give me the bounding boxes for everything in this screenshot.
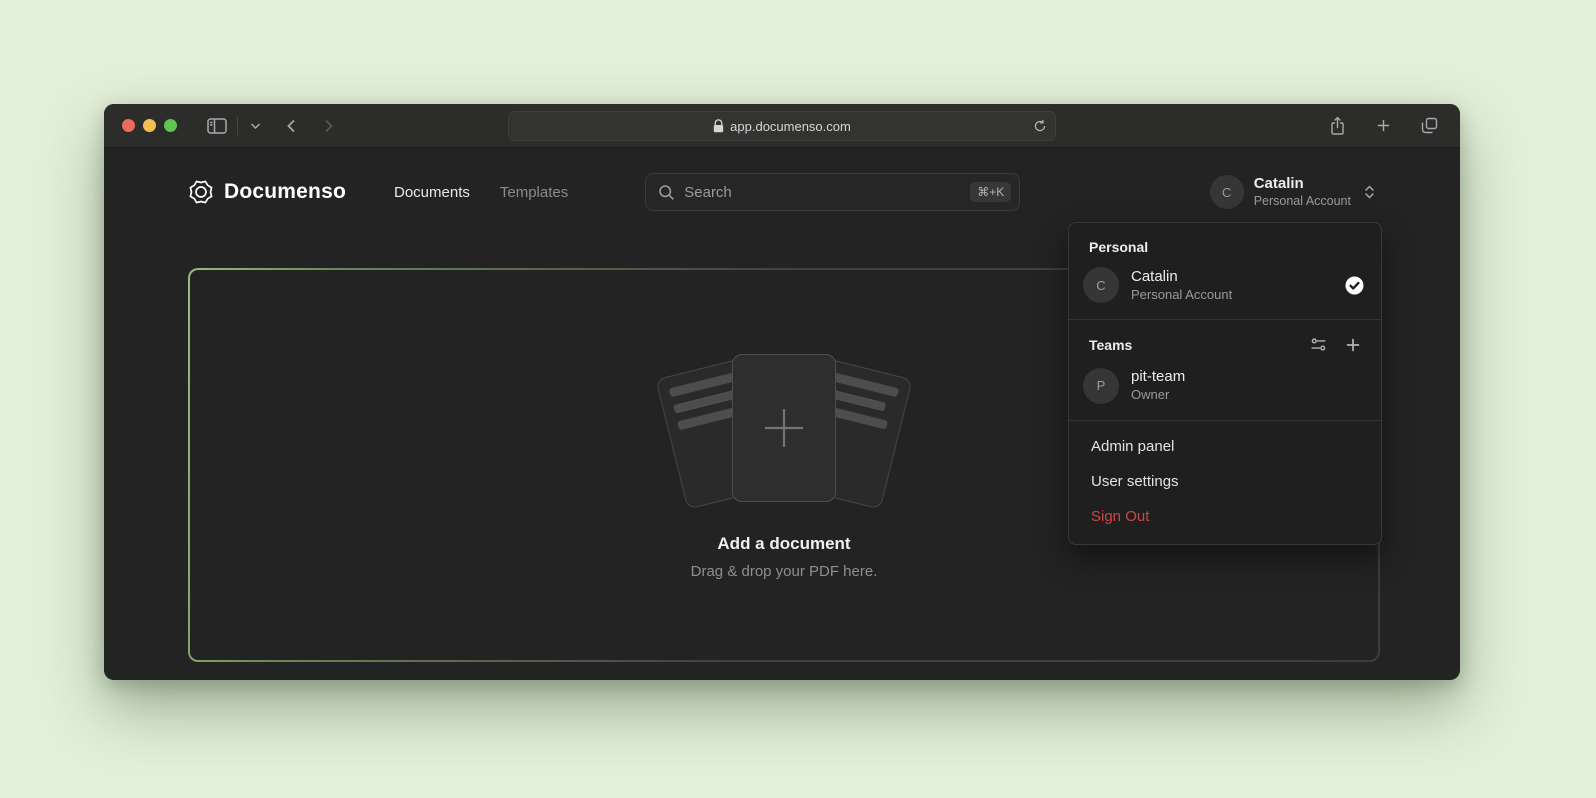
menu-divider <box>1069 420 1381 421</box>
share-icon[interactable] <box>1325 112 1350 140</box>
back-icon[interactable] <box>281 114 301 138</box>
search-bar[interactable]: ⌘+K <box>645 173 1020 211</box>
avatar: P <box>1083 368 1119 404</box>
dropzone-title: Add a document <box>717 534 850 554</box>
dropzone-subtitle: Drag & drop your PDF here. <box>691 563 878 580</box>
reload-icon[interactable] <box>1033 119 1047 133</box>
teams-section-label: Teams <box>1089 337 1294 353</box>
nav-link-templates[interactable]: Templates <box>500 184 568 201</box>
menu-item-sign-out[interactable]: Sign Out <box>1069 499 1381 534</box>
personal-account-subtitle: Personal Account <box>1131 287 1332 304</box>
personal-account-item[interactable]: C Catalin Personal Account <box>1069 265 1381 317</box>
address-bar[interactable]: app.documenso.com <box>508 111 1056 141</box>
menu-items: Admin panel User settings Sign Out <box>1069 423 1381 538</box>
forward-icon[interactable] <box>319 114 339 138</box>
window-controls <box>122 119 177 132</box>
search-input[interactable] <box>684 184 961 201</box>
account-subtitle: Personal Account <box>1254 194 1351 210</box>
primary-nav: Documents Templates <box>394 184 568 201</box>
personal-section-label: Personal <box>1069 227 1381 265</box>
add-team-icon[interactable] <box>1343 335 1363 355</box>
documenso-brand[interactable]: Documenso <box>188 179 346 205</box>
manage-teams-icon[interactable] <box>1308 334 1329 355</box>
brand-name: Documenso <box>224 180 346 204</box>
sidebar-toggle-icon[interactable] <box>203 114 231 138</box>
account-dropdown-menu: Personal C Catalin Personal Account <box>1068 222 1382 545</box>
tab-overview-icon[interactable] <box>1417 113 1442 138</box>
avatar: C <box>1210 175 1244 209</box>
titlebar-divider <box>237 117 238 135</box>
app-content: Documenso Documents Templates ⌘+K C <box>104 148 1460 679</box>
titlebar-right-actions <box>1325 112 1442 140</box>
menu-divider <box>1069 319 1381 320</box>
desktop-background: app.documenso.com <box>0 0 1596 798</box>
avatar: C <box>1083 267 1119 303</box>
zoom-icon[interactable] <box>164 119 177 132</box>
menu-item-user-settings[interactable]: User settings <box>1069 464 1381 499</box>
chevron-down-icon[interactable] <box>246 118 265 134</box>
document-card-center <box>732 354 836 502</box>
documenso-logo-icon <box>188 179 214 205</box>
command-k-shortcut: ⌘+K <box>970 182 1011 202</box>
team-name: pit-team <box>1131 367 1365 387</box>
browser-window: app.documenso.com <box>104 104 1460 680</box>
team-item-pit-team[interactable]: P pit-team Owner <box>1069 365 1381 417</box>
nav-link-documents[interactable]: Documents <box>394 184 470 201</box>
document-cards-illustration <box>644 350 924 508</box>
lock-icon <box>713 119 724 133</box>
selector-icon <box>1363 184 1376 200</box>
address-text: app.documenso.com <box>730 119 851 134</box>
team-role: Owner <box>1131 387 1365 404</box>
personal-account-name: Catalin <box>1131 267 1332 287</box>
teams-section-header: Teams <box>1069 322 1381 365</box>
minimize-icon[interactable] <box>143 119 156 132</box>
account-menu-trigger[interactable]: C Catalin Personal Account <box>1210 175 1376 209</box>
plus-icon <box>761 405 807 451</box>
new-tab-icon[interactable] <box>1372 114 1395 137</box>
check-circle-icon <box>1344 275 1365 296</box>
browser-titlebar: app.documenso.com <box>104 104 1460 148</box>
account-name: Catalin <box>1254 175 1351 194</box>
search-icon <box>658 184 675 201</box>
menu-item-admin-panel[interactable]: Admin panel <box>1069 429 1381 464</box>
close-icon[interactable] <box>122 119 135 132</box>
